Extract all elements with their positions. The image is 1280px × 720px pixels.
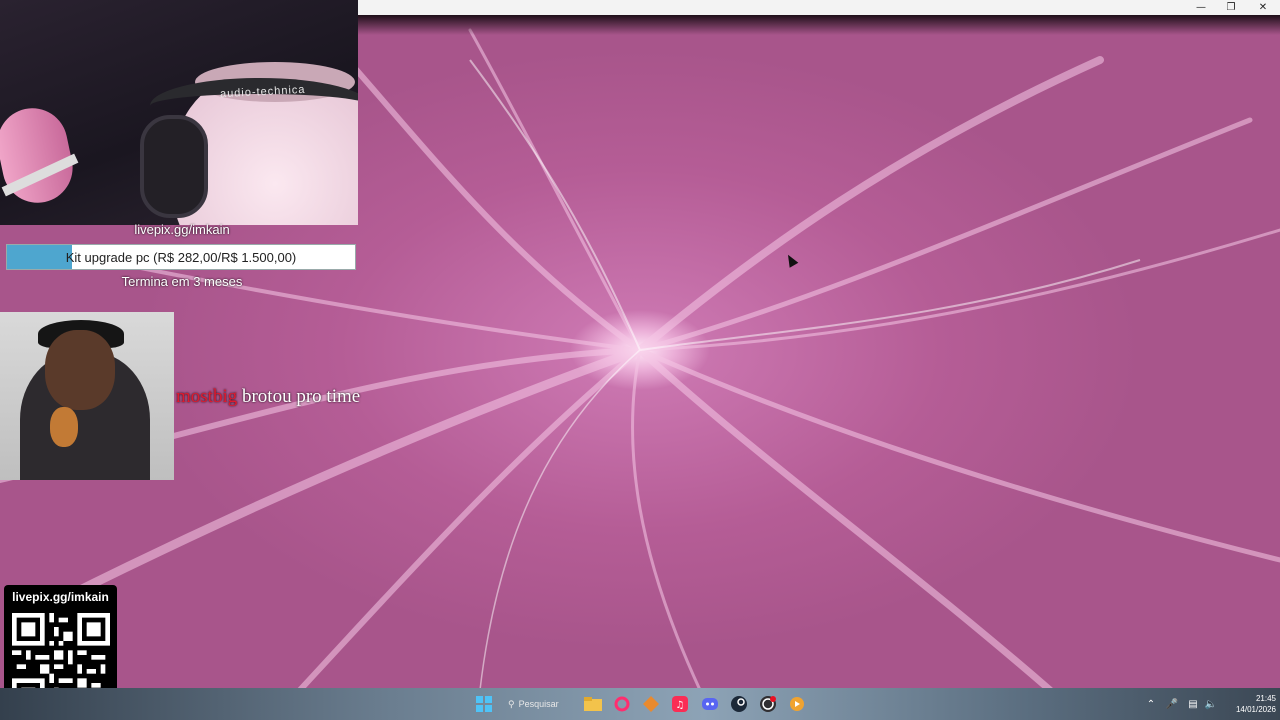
network-icon: ▤: [1188, 698, 1198, 710]
volume-tray-button[interactable]: 🔈: [1203, 694, 1219, 714]
svg-text:♫: ♫: [676, 700, 685, 711]
discord-button[interactable]: [700, 694, 720, 714]
search-label: Pesquisar: [518, 699, 559, 709]
steam-icon: [731, 696, 747, 712]
windows-start-icon: [476, 696, 492, 712]
close-button[interactable]: ✕: [1248, 0, 1278, 15]
restore-icon: ❐: [1226, 2, 1236, 13]
microphone-icon: 🎤: [1165, 698, 1179, 710]
windows-start-button[interactable]: [474, 694, 494, 714]
discord-icon: [702, 698, 718, 710]
taskbar-search[interactable]: ⚲ Pesquisar: [508, 694, 576, 714]
app-button[interactable]: [641, 694, 661, 714]
clock-date: 14/01/2026: [1235, 705, 1276, 714]
media-player-icon: [790, 697, 804, 711]
taskbar: ⚲ Pesquisar ♫ ⌃ 🎤 ▤ 🔈 21:45 14/01/2026: [0, 688, 1280, 720]
apple-music-icon: ♫: [672, 696, 688, 712]
alert-message: mostbig brotou pro time: [176, 386, 360, 408]
minimize-icon: —: [1196, 2, 1206, 13]
network-tray-button[interactable]: ▤: [1185, 694, 1201, 714]
alert-food: [50, 407, 78, 447]
tray-overflow-button[interactable]: ⌃: [1143, 694, 1159, 714]
volume-icon: 🔈: [1204, 698, 1218, 710]
file-explorer-button[interactable]: [583, 694, 603, 714]
clock-time: 21:45: [1255, 694, 1276, 703]
headphone-cup: [140, 115, 208, 218]
opera-gx-icon: [614, 696, 630, 712]
taskbar-clock[interactable]: 21:45 14/01/2026: [1224, 693, 1276, 715]
steam-button[interactable]: [729, 694, 749, 714]
minimize-button[interactable]: —: [1186, 0, 1216, 15]
obs-button[interactable]: [758, 694, 778, 714]
media-player-button[interactable]: [787, 694, 807, 714]
goal-url: livepix.gg/imkain: [134, 222, 230, 237]
goal-progress-bar: Kit upgrade pc (R$ 282,00/R$ 1.500,00): [6, 244, 356, 270]
window-titlebar: — ❐ ✕: [358, 0, 1280, 15]
alert-username: mostbig: [176, 386, 238, 407]
search-icon: ⚲: [508, 698, 515, 709]
title-shadow: [358, 15, 1280, 35]
chevron-up-icon: ⌃: [1146, 698, 1156, 710]
goal-ends: Termina em 3 meses: [121, 274, 243, 289]
qr-url: livepix.gg/imkain: [12, 590, 109, 604]
file-explorer-icon: [584, 697, 602, 711]
alert-face: [45, 330, 115, 410]
goal-label: Kit upgrade pc (R$ 282,00/R$ 1.500,00): [65, 249, 297, 265]
app-icon: [643, 696, 659, 712]
opera-gx-button[interactable]: [612, 694, 632, 714]
apple-music-button[interactable]: ♫: [670, 694, 690, 714]
close-icon: ✕: [1258, 2, 1268, 13]
restore-button[interactable]: ❐: [1216, 0, 1246, 15]
microphone-tray-button[interactable]: 🎤: [1164, 694, 1180, 714]
alert-image: [0, 312, 174, 480]
obs-icon: [760, 696, 776, 712]
webcam-overlay: audio-technica: [0, 0, 358, 225]
alert-text: brotou pro time: [237, 386, 361, 407]
